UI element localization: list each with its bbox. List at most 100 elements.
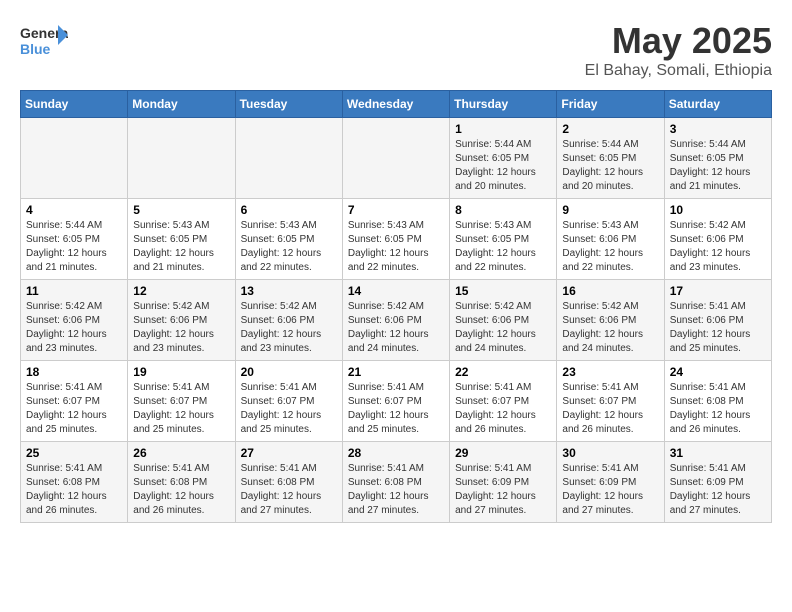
calendar-cell: 31 Sunrise: 5:41 AM Sunset: 6:09 PM Dayli… — [664, 442, 771, 523]
day-number: 28 — [348, 446, 444, 460]
calendar-cell — [21, 118, 128, 199]
calendar-cell: 27Sunrise: 5:41 AM Sunset: 6:08 PM Dayli… — [235, 442, 342, 523]
weekday-header-thursday: Thursday — [450, 91, 557, 118]
day-info: Sunrise: 5:44 AM Sunset: 6:05 PM Dayligh… — [455, 138, 551, 194]
day-info: Sunrise: 5:41 AM Sunset: 6:07 PM Dayligh… — [562, 381, 658, 437]
day-info: Sunrise: 5:42 AM Sunset: 6:06 PM Dayligh… — [133, 300, 229, 356]
calendar-cell: 11 Sunrise: 5:42 AM Sunset: 6:06 PM Dayli… — [21, 280, 128, 361]
logo: General Blue — [20, 20, 68, 69]
day-info: Sunrise: 5:43 AM Sunset: 6:05 PM Dayligh… — [133, 219, 229, 275]
calendar-cell: 17 Sunrise: 5:41 AM Sunset: 6:06 PM Dayli… — [664, 280, 771, 361]
day-number: 11 — [26, 284, 122, 298]
day-number: 14 — [348, 284, 444, 298]
calendar-cell: 5 Sunrise: 5:43 AM Sunset: 6:05 PM Daylig… — [128, 199, 235, 280]
day-info: Sunrise: 5:42 AM Sunset: 6:06 PM Dayligh… — [670, 219, 766, 275]
calendar-cell — [235, 118, 342, 199]
day-number: 6 — [241, 203, 337, 217]
day-info: Sunrise: 5:41 AM Sunset: 6:07 PM Dayligh… — [455, 381, 551, 437]
weekday-header-row: SundayMondayTuesdayWednesdayThursdayFrid… — [21, 91, 772, 118]
logo-graphic: General Blue — [20, 20, 68, 69]
calendar-cell: 22Sunrise: 5:41 AM Sunset: 6:07 PM Dayli… — [450, 361, 557, 442]
calendar-header: SundayMondayTuesdayWednesdayThursdayFrid… — [21, 91, 772, 118]
day-number: 8 — [455, 203, 551, 217]
day-info: Sunrise: 5:43 AM Sunset: 6:06 PM Dayligh… — [562, 219, 658, 275]
day-info: Sunrise: 5:43 AM Sunset: 6:05 PM Dayligh… — [241, 219, 337, 275]
calendar-cell: 21 Sunrise: 5:41 AM Sunset: 6:07 PM Dayli… — [342, 361, 449, 442]
calendar-week-row: 18Sunrise: 5:41 AM Sunset: 6:07 PM Dayli… — [21, 361, 772, 442]
day-number: 17 — [670, 284, 766, 298]
calendar-cell: 12 Sunrise: 5:42 AM Sunset: 6:06 PM Dayli… — [128, 280, 235, 361]
calendar-cell: 7Sunrise: 5:43 AM Sunset: 6:05 PM Daylig… — [342, 199, 449, 280]
day-info: Sunrise: 5:44 AM Sunset: 6:05 PM Dayligh… — [562, 138, 658, 194]
calendar-cell: 18Sunrise: 5:41 AM Sunset: 6:07 PM Dayli… — [21, 361, 128, 442]
day-number: 26 — [133, 446, 229, 460]
day-info: Sunrise: 5:41 AM Sunset: 6:08 PM Dayligh… — [670, 381, 766, 437]
day-number: 10 — [670, 203, 766, 217]
calendar-cell: 26Sunrise: 5:41 AM Sunset: 6:08 PM Dayli… — [128, 442, 235, 523]
day-info: Sunrise: 5:42 AM Sunset: 6:06 PM Dayligh… — [348, 300, 444, 356]
calendar-week-row: 25Sunrise: 5:41 AM Sunset: 6:08 PM Dayli… — [21, 442, 772, 523]
day-info: Sunrise: 5:42 AM Sunset: 6:06 PM Dayligh… — [26, 300, 122, 356]
calendar-body: 1 Sunrise: 5:44 AM Sunset: 6:05 PM Daylig… — [21, 118, 772, 523]
day-info: Sunrise: 5:41 AM Sunset: 6:08 PM Dayligh… — [26, 462, 122, 518]
calendar-week-row: 11 Sunrise: 5:42 AM Sunset: 6:06 PM Dayli… — [21, 280, 772, 361]
day-number: 2 — [562, 122, 658, 136]
calendar-cell: 6 Sunrise: 5:43 AM Sunset: 6:05 PM Daylig… — [235, 199, 342, 280]
day-number: 29 — [455, 446, 551, 460]
day-number: 13 — [241, 284, 337, 298]
page-header: General Blue May 2025 El Bahay, Somali, … — [20, 20, 772, 80]
weekday-header-friday: Friday — [557, 91, 664, 118]
calendar-cell: 16Sunrise: 5:42 AM Sunset: 6:06 PM Dayli… — [557, 280, 664, 361]
day-number: 1 — [455, 122, 551, 136]
day-info: Sunrise: 5:41 AM Sunset: 6:07 PM Dayligh… — [133, 381, 229, 437]
day-number: 24 — [670, 365, 766, 379]
weekday-header-saturday: Saturday — [664, 91, 771, 118]
day-number: 21 — [348, 365, 444, 379]
day-number: 30 — [562, 446, 658, 460]
calendar-cell: 2 Sunrise: 5:44 AM Sunset: 6:05 PM Daylig… — [557, 118, 664, 199]
calendar-cell: 8 Sunrise: 5:43 AM Sunset: 6:05 PM Daylig… — [450, 199, 557, 280]
calendar-cell: 3Sunrise: 5:44 AM Sunset: 6:05 PM Daylig… — [664, 118, 771, 199]
calendar-week-row: 4 Sunrise: 5:44 AM Sunset: 6:05 PM Daylig… — [21, 199, 772, 280]
weekday-header-wednesday: Wednesday — [342, 91, 449, 118]
day-info: Sunrise: 5:41 AM Sunset: 6:09 PM Dayligh… — [562, 462, 658, 518]
title-area: May 2025 El Bahay, Somali, Ethiopia — [585, 20, 772, 80]
day-info: Sunrise: 5:41 AM Sunset: 6:09 PM Dayligh… — [455, 462, 551, 518]
svg-text:Blue: Blue — [20, 41, 51, 57]
calendar-cell: 30 Sunrise: 5:41 AM Sunset: 6:09 PM Dayli… — [557, 442, 664, 523]
calendar-cell — [128, 118, 235, 199]
calendar-cell: 13 Sunrise: 5:42 AM Sunset: 6:06 PM Dayli… — [235, 280, 342, 361]
calendar-cell: 29 Sunrise: 5:41 AM Sunset: 6:09 PM Dayli… — [450, 442, 557, 523]
day-info: Sunrise: 5:41 AM Sunset: 6:09 PM Dayligh… — [670, 462, 766, 518]
day-number: 9 — [562, 203, 658, 217]
day-info: Sunrise: 5:41 AM Sunset: 6:07 PM Dayligh… — [348, 381, 444, 437]
calendar-cell: 14 Sunrise: 5:42 AM Sunset: 6:06 PM Dayli… — [342, 280, 449, 361]
day-number: 20 — [241, 365, 337, 379]
day-number: 31 — [670, 446, 766, 460]
day-info: Sunrise: 5:42 AM Sunset: 6:06 PM Dayligh… — [455, 300, 551, 356]
day-info: Sunrise: 5:41 AM Sunset: 6:06 PM Dayligh… — [670, 300, 766, 356]
calendar-cell: 23 Sunrise: 5:41 AM Sunset: 6:07 PM Dayli… — [557, 361, 664, 442]
day-number: 12 — [133, 284, 229, 298]
day-number: 23 — [562, 365, 658, 379]
calendar-cell: 28 Sunrise: 5:41 AM Sunset: 6:08 PM Dayli… — [342, 442, 449, 523]
day-info: Sunrise: 5:41 AM Sunset: 6:07 PM Dayligh… — [241, 381, 337, 437]
calendar-cell: 9 Sunrise: 5:43 AM Sunset: 6:06 PM Daylig… — [557, 199, 664, 280]
day-info: Sunrise: 5:42 AM Sunset: 6:06 PM Dayligh… — [562, 300, 658, 356]
calendar-cell: 15 Sunrise: 5:42 AM Sunset: 6:06 PM Dayli… — [450, 280, 557, 361]
day-number: 15 — [455, 284, 551, 298]
day-number: 5 — [133, 203, 229, 217]
month-title: May 2025 — [585, 20, 772, 62]
day-info: Sunrise: 5:44 AM Sunset: 6:05 PM Dayligh… — [26, 219, 122, 275]
calendar-cell: 1 Sunrise: 5:44 AM Sunset: 6:05 PM Daylig… — [450, 118, 557, 199]
day-info: Sunrise: 5:42 AM Sunset: 6:06 PM Dayligh… — [241, 300, 337, 356]
day-number: 19 — [133, 365, 229, 379]
calendar-cell: 19 Sunrise: 5:41 AM Sunset: 6:07 PM Dayli… — [128, 361, 235, 442]
day-number: 27 — [241, 446, 337, 460]
calendar-cell: 24 Sunrise: 5:41 AM Sunset: 6:08 PM Dayli… — [664, 361, 771, 442]
day-info: Sunrise: 5:44 AM Sunset: 6:05 PM Dayligh… — [670, 138, 766, 194]
day-number: 4 — [26, 203, 122, 217]
day-info: Sunrise: 5:43 AM Sunset: 6:05 PM Dayligh… — [455, 219, 551, 275]
calendar-cell: 4 Sunrise: 5:44 AM Sunset: 6:05 PM Daylig… — [21, 199, 128, 280]
day-info: Sunrise: 5:41 AM Sunset: 6:08 PM Dayligh… — [348, 462, 444, 518]
